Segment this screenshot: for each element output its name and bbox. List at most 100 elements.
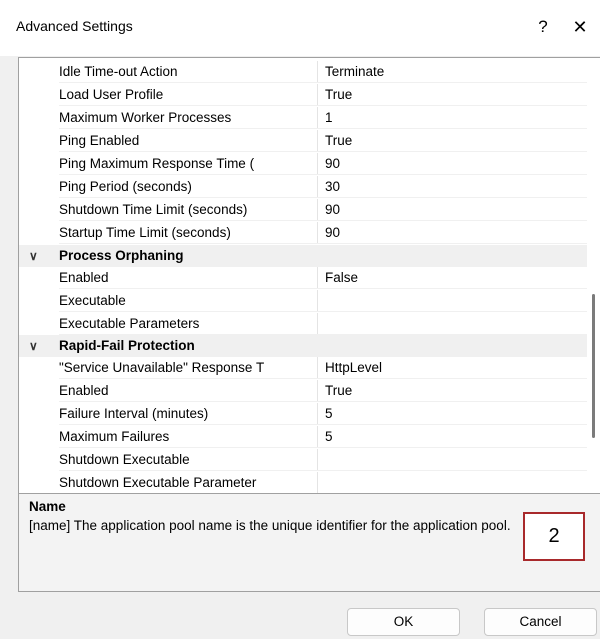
column-divider <box>317 426 318 448</box>
vertical-scrollbar-thumb[interactable] <box>592 294 595 438</box>
category-label: Process Orphaning <box>59 248 184 263</box>
property-name: Ping Period (seconds) <box>59 179 192 194</box>
row-separator <box>59 424 587 425</box>
column-divider <box>317 380 318 402</box>
property-value[interactable]: HttpLevel <box>325 357 595 379</box>
property-value[interactable] <box>325 313 595 335</box>
property-value[interactable]: 5 <box>325 426 595 448</box>
property-value[interactable]: 90 <box>325 153 595 175</box>
row-separator <box>59 447 587 448</box>
column-divider <box>317 449 318 471</box>
property-value[interactable] <box>325 472 595 494</box>
description-title: Name <box>29 499 66 514</box>
ok-button[interactable]: OK <box>347 608 460 636</box>
column-divider <box>317 107 318 129</box>
column-divider <box>317 84 318 106</box>
annotation-callout-2: 2 <box>523 512 585 561</box>
property-value[interactable] <box>325 290 595 312</box>
property-name: Failure Interval (minutes) <box>59 406 209 421</box>
row-separator <box>59 288 587 289</box>
property-name: Shutdown Executable Parameter <box>59 475 257 490</box>
column-divider <box>317 290 318 312</box>
description-panel: Name [name] The application pool name is… <box>18 493 600 592</box>
property-name: Shutdown Time Limit (seconds) <box>59 202 248 217</box>
column-divider <box>317 176 318 198</box>
property-grid[interactable]: Idle Time-out Action Terminate Load User… <box>18 57 600 495</box>
property-value[interactable]: True <box>325 130 595 152</box>
row-separator <box>59 151 587 152</box>
property-row-maximum-failures[interactable]: Maximum Failures 5 <box>19 426 587 448</box>
row-separator <box>59 174 587 175</box>
row-separator <box>59 378 587 379</box>
property-value[interactable] <box>325 449 595 471</box>
property-row-ping-period[interactable]: Ping Period (seconds) 30 <box>19 176 587 198</box>
cancel-button[interactable]: Cancel <box>484 608 597 636</box>
advanced-settings-dialog: Advanced Settings ? ✕ Idle Time-out Acti… <box>0 0 600 639</box>
title-bar: Advanced Settings ? ✕ <box>0 0 600 56</box>
property-name: Startup Time Limit (seconds) <box>59 225 231 240</box>
property-row-idle-timeout-action[interactable]: Idle Time-out Action Terminate <box>19 61 587 83</box>
chevron-down-icon[interactable]: ∨ <box>29 245 43 267</box>
row-separator <box>59 197 587 198</box>
column-divider <box>317 403 318 425</box>
row-separator <box>59 401 587 402</box>
property-value[interactable]: False <box>325 267 595 289</box>
column-divider <box>317 199 318 221</box>
column-divider <box>317 222 318 244</box>
property-name: Enabled <box>59 383 109 398</box>
property-name: Ping Maximum Response Time ( <box>59 156 255 171</box>
property-name: Idle Time-out Action <box>59 64 178 79</box>
property-value[interactable]: True <box>325 380 595 402</box>
property-row-ping-enabled[interactable]: Ping Enabled True <box>19 130 587 152</box>
column-divider <box>317 153 318 175</box>
row-separator <box>59 220 587 221</box>
property-value[interactable]: Terminate <box>325 61 595 83</box>
property-value[interactable]: 5 <box>325 403 595 425</box>
property-value[interactable]: 1 <box>325 107 595 129</box>
property-name: Maximum Failures <box>59 429 170 444</box>
column-divider <box>317 61 318 83</box>
category-rapid-fail-protection[interactable]: ∨ Rapid-Fail Protection <box>19 335 587 357</box>
row-separator <box>59 105 587 106</box>
property-row-service-unavailable-response[interactable]: "Service Unavailable" Response T HttpLev… <box>19 357 587 379</box>
row-separator <box>59 128 587 129</box>
property-row-maximum-worker-processes[interactable]: Maximum Worker Processes 1 <box>19 107 587 129</box>
property-row-load-user-profile[interactable]: Load User Profile True <box>19 84 587 106</box>
row-separator <box>59 82 587 83</box>
property-value[interactable]: 90 <box>325 222 595 244</box>
property-name: "Service Unavailable" Response T <box>59 360 265 375</box>
property-row-rapid-fail-enabled[interactable]: Enabled True <box>19 380 587 402</box>
property-row-shutdown-time-limit[interactable]: Shutdown Time Limit (seconds) 90 <box>19 199 587 221</box>
property-value[interactable]: True <box>325 84 595 106</box>
property-row-ping-max-response-time[interactable]: Ping Maximum Response Time ( 90 <box>19 153 587 175</box>
row-separator <box>59 311 587 312</box>
property-row-failure-interval[interactable]: Failure Interval (minutes) 5 <box>19 403 587 425</box>
property-value[interactable]: 90 <box>325 199 595 221</box>
dialog-title: Advanced Settings <box>16 18 133 34</box>
column-divider <box>317 313 318 335</box>
column-divider <box>317 130 318 152</box>
chevron-down-icon[interactable]: ∨ <box>29 335 43 357</box>
property-name: Maximum Worker Processes <box>59 110 232 125</box>
category-process-orphaning[interactable]: ∨ Process Orphaning <box>19 245 587 267</box>
property-name: Executable <box>59 293 126 308</box>
row-separator <box>59 243 587 244</box>
description-text: [name] The application pool name is the … <box>29 518 511 533</box>
property-row-orphan-executable[interactable]: Executable <box>19 290 587 312</box>
category-label: Rapid-Fail Protection <box>59 338 195 353</box>
property-name: Shutdown Executable <box>59 452 190 467</box>
property-name: Executable Parameters <box>59 316 200 331</box>
property-name: Enabled <box>59 270 109 285</box>
property-name: Load User Profile <box>59 87 164 102</box>
column-divider <box>317 267 318 289</box>
property-row-shutdown-executable-parameters[interactable]: Shutdown Executable Parameter <box>19 472 587 494</box>
help-button[interactable]: ? <box>530 12 556 42</box>
property-value[interactable]: 30 <box>325 176 595 198</box>
property-name: Ping Enabled <box>59 133 140 148</box>
property-row-orphan-executable-parameters[interactable]: Executable Parameters <box>19 313 587 335</box>
property-row-startup-time-limit[interactable]: Startup Time Limit (seconds) 90 <box>19 222 587 244</box>
property-row-shutdown-executable[interactable]: Shutdown Executable <box>19 449 587 471</box>
property-row-orphan-enabled[interactable]: Enabled False <box>19 267 587 289</box>
column-divider <box>317 472 318 494</box>
close-button[interactable]: ✕ <box>565 12 595 42</box>
